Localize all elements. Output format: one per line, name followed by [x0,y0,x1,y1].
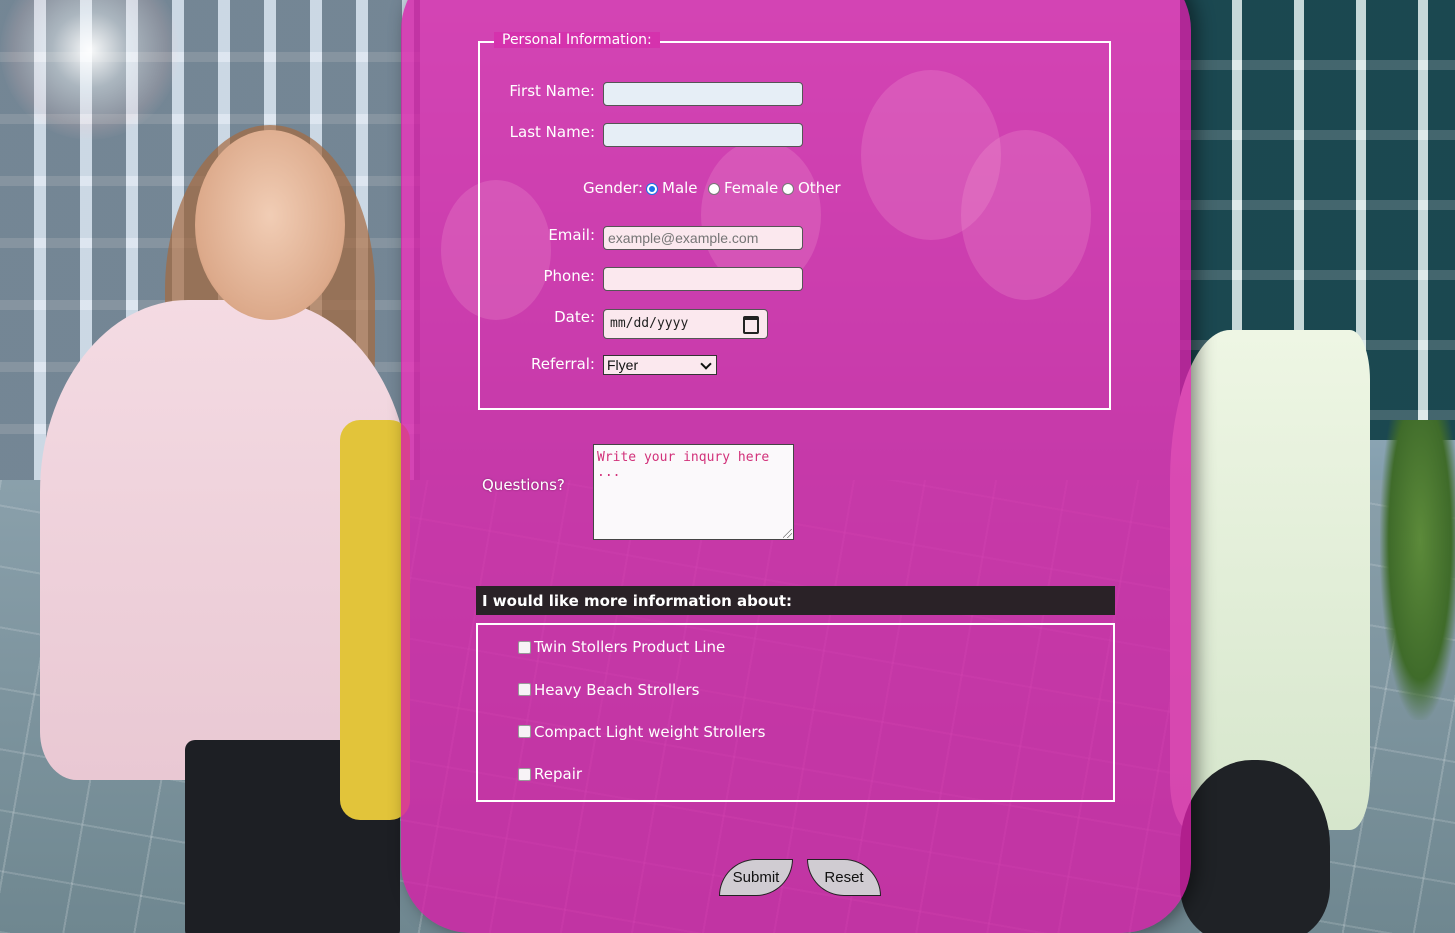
interest-twin-label: Twin Stollers Product Line [534,638,726,656]
referral-select[interactable]: Flyer [603,355,717,375]
interest-beach-checkbox[interactable] [518,683,531,696]
interest-repair-label: Repair [534,765,583,783]
last-name-input[interactable] [603,123,803,147]
shrub [1380,420,1455,720]
woman-face [195,130,345,320]
interest-compact-label: Compact Light weight Strollers [534,723,766,741]
referral-label: Referral: [531,355,595,373]
questions-textarea[interactable] [593,444,794,540]
gender-label: Gender: [583,179,644,197]
chevron-down-icon [700,358,712,370]
man-right [1170,330,1370,830]
first-name-label: First Name: [509,82,595,100]
date-placeholder: mm/dd/yyyy [610,316,689,331]
interest-repair-checkbox[interactable] [518,768,531,781]
interest-compact-checkbox[interactable] [518,725,531,738]
yellow-shirt-person [340,420,410,820]
questions-label: Questions? [482,476,565,494]
gender-other-label: Other [798,179,841,197]
last-name-label: Last Name: [509,123,595,141]
email-input[interactable] [603,226,803,250]
first-name-input[interactable] [603,82,803,106]
email-label: Email: [548,226,595,244]
man-right-legs [1180,760,1330,933]
gender-male-radio[interactable] [646,183,658,195]
gender-male-label: Male [662,179,698,197]
gender-other-radio[interactable] [782,183,794,195]
gender-female-radio[interactable] [708,183,720,195]
resize-grip-icon[interactable] [783,529,792,538]
interest-twin-checkbox[interactable] [518,641,531,654]
referral-selected-value: Flyer [607,357,639,373]
calendar-icon[interactable] [743,316,759,334]
gender-female-label: Female [724,179,779,197]
date-input[interactable]: mm/dd/yyyy [603,309,768,339]
more-info-heading: I would like more information about: [476,586,1115,615]
interest-beach-label: Heavy Beach Strollers [534,681,700,699]
personal-info-legend: Personal Information: [494,32,660,48]
date-label: Date: [554,308,595,326]
phone-label: Phone: [543,267,595,285]
phone-input[interactable] [603,267,803,291]
